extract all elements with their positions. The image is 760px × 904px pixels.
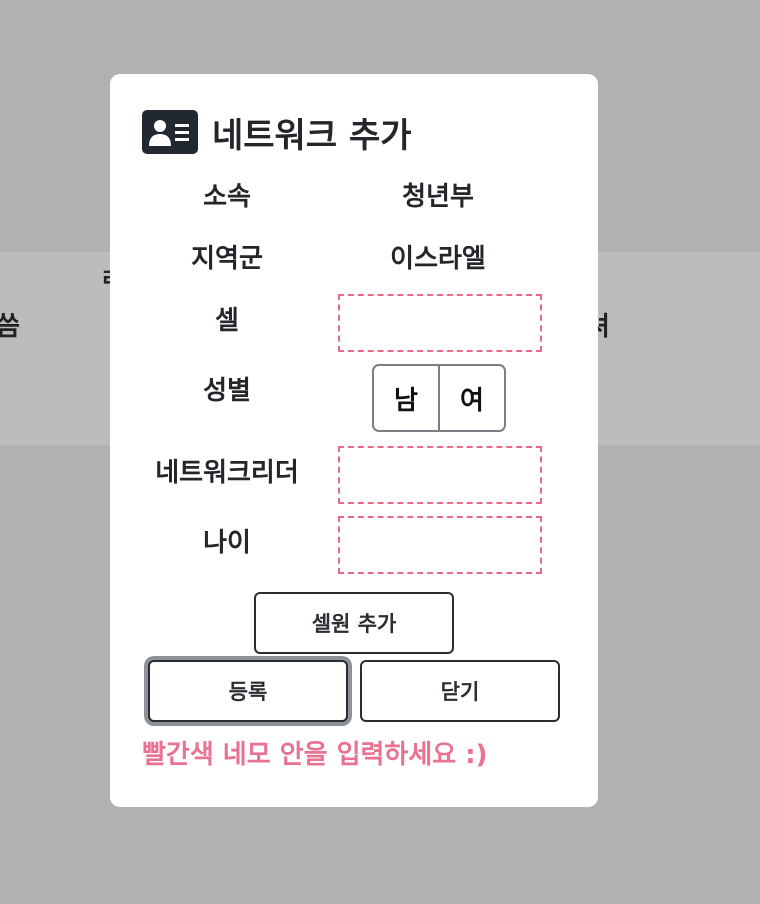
background-text-left: 씀: [0, 312, 20, 342]
age-input[interactable]: [338, 516, 542, 574]
age-label: 나이: [203, 528, 251, 558]
gender-toggle: 남 여: [372, 364, 506, 432]
contact-card-icon: [142, 110, 198, 154]
gender-label: 성별: [203, 376, 251, 406]
add-network-modal: 네트워크 추가 소속 청년부 지역군 이스라엘 셀 성별 남 여 네트워크리더 …: [110, 74, 598, 807]
modal-header: 네트워크 추가: [142, 104, 412, 160]
register-button[interactable]: 등록: [148, 660, 348, 722]
close-button[interactable]: 닫기: [360, 660, 560, 722]
add-cell-member-button[interactable]: 셀원 추가: [254, 592, 454, 654]
modal-title: 네트워크 추가: [212, 115, 412, 156]
affiliation-value: 청년부: [402, 182, 474, 212]
gender-male-option[interactable]: 남: [374, 366, 438, 430]
network-leader-label: 네트워크리더: [155, 458, 299, 488]
region-label: 지역군: [191, 244, 263, 274]
cell-input[interactable]: [338, 294, 542, 352]
region-value: 이스라엘: [390, 244, 486, 274]
network-leader-input[interactable]: [338, 446, 542, 504]
required-fields-hint: 빨간색 네모 안을 입력하세요 :): [142, 740, 488, 770]
affiliation-label: 소속: [203, 182, 251, 212]
cell-label: 셀: [215, 306, 239, 336]
gender-female-option[interactable]: 여: [438, 366, 504, 430]
